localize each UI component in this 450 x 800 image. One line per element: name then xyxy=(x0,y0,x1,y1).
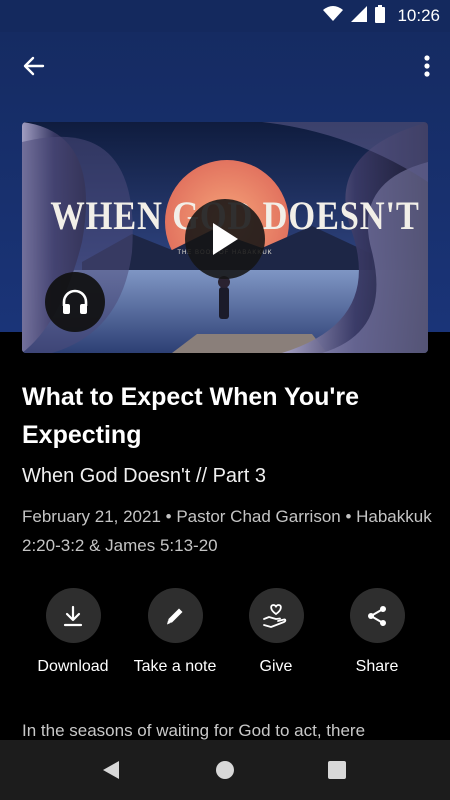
take-note-button[interactable]: Take a note xyxy=(125,588,225,676)
sermon-artwork[interactable]: WHEN GOD DOESN'T THE BOOK OF HABAKKUK xyxy=(22,122,428,353)
system-nav-bar xyxy=(0,740,450,800)
share-button[interactable]: Share xyxy=(327,588,427,676)
back-button[interactable] xyxy=(14,46,54,86)
arrow-back-icon xyxy=(23,56,45,76)
more-vert-icon xyxy=(424,55,430,77)
more-options-button[interactable] xyxy=(412,46,442,86)
give-heart-hand-icon xyxy=(263,603,287,628)
share-circle xyxy=(349,588,405,643)
download-button[interactable]: Download xyxy=(23,588,123,676)
wifi-icon xyxy=(323,5,344,27)
give-button[interactable]: Give xyxy=(226,588,326,676)
nav-back-button[interactable] xyxy=(91,750,131,790)
cell-signal-icon xyxy=(351,5,368,27)
nav-home-icon xyxy=(216,761,234,779)
download-icon xyxy=(63,605,83,626)
download-label: Download xyxy=(37,658,109,675)
give-label: Give xyxy=(259,658,293,675)
give-circle xyxy=(248,588,304,643)
share-label: Share xyxy=(355,658,399,675)
headphones-icon xyxy=(62,289,88,314)
status-icons: 10:26 xyxy=(323,0,440,32)
status-time: 10:26 xyxy=(397,6,440,25)
action-row: Download Take a note Give Share xyxy=(22,588,428,683)
app-bar xyxy=(0,32,450,98)
nav-recents-icon xyxy=(328,761,346,779)
pencil-icon xyxy=(167,608,183,624)
series-name: When God Doesn't // Part 3 xyxy=(22,465,266,487)
listen-audio-button[interactable] xyxy=(45,272,105,332)
nav-back-icon xyxy=(103,761,119,779)
take-note-circle xyxy=(147,588,203,643)
play-icon xyxy=(213,223,238,255)
sermon-title: What to Expect When You're Expecting xyxy=(22,383,359,449)
nav-home-button[interactable] xyxy=(205,750,245,790)
share-icon xyxy=(368,605,386,626)
battery-icon xyxy=(375,4,386,28)
status-bar: 10:26 xyxy=(0,0,450,32)
sermon-meta: February 21, 2021 • Pastor Chad Garrison… xyxy=(22,507,432,555)
take-note-label: Take a note xyxy=(133,658,217,675)
download-circle xyxy=(45,588,101,643)
nav-recents-button[interactable] xyxy=(317,750,357,790)
play-button[interactable] xyxy=(185,199,265,279)
